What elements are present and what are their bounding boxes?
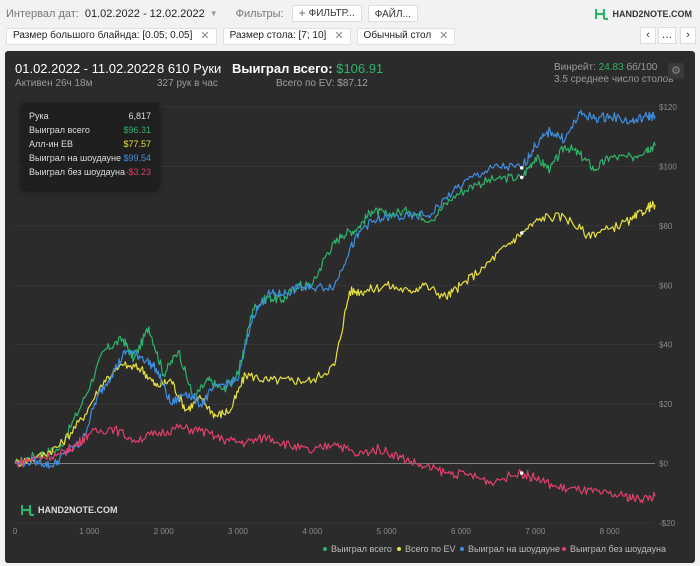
- tooltip-row-nonshowdown: Выиграл без шоудауна -$3.23: [29, 167, 151, 181]
- hand-tooltip: Рука 6,817 Выиграл всего $96.31 Алл-ин EB $…: [21, 103, 159, 189]
- tooltip-value: -$3.23: [125, 167, 151, 177]
- tooltip-label: Выиграл без шоудауна: [29, 167, 125, 177]
- x-tick-label: 7 000: [525, 527, 546, 536]
- graph-panel: 01.02.2022 - 11.02.2022 Активен 26ч 18м …: [5, 51, 695, 563]
- logo: HAND2NOTE.COM: [595, 8, 692, 20]
- legend-label: Выиграл без шоудауна: [570, 544, 666, 554]
- close-icon[interactable]: ✕: [200, 28, 209, 44]
- file-button[interactable]: ФАЙЛ...: [367, 5, 418, 22]
- y-tick-label: $0: [659, 460, 668, 469]
- legend-label: Всего по EV: [405, 544, 456, 554]
- legend-dot-icon: [460, 547, 464, 551]
- legend-dot-icon: [397, 547, 401, 551]
- legend-won-total[interactable]: Выиграл всего: [323, 544, 392, 554]
- prev-chip-button[interactable]: ‹: [640, 27, 656, 44]
- hand2note-logo-icon: [21, 505, 34, 516]
- chip-label: Размер большого блайнда: [0.05; 0.05]: [13, 30, 193, 41]
- x-tick-label: 6 000: [451, 527, 472, 536]
- legend-label: Выиграл на шоудауне: [468, 544, 560, 554]
- series-line: [14, 141, 656, 467]
- tooltip-value: $77.57: [123, 139, 151, 149]
- filter-chips-bar: Размер большого блайнда: [0.05; 0.05] ✕ Р…: [0, 27, 700, 45]
- x-tick-label: 2 000: [154, 527, 175, 536]
- y-tick-label: $120: [659, 103, 677, 112]
- add-filter-button[interactable]: + ФИЛЬТР...: [291, 5, 362, 22]
- next-chip-button[interactable]: ›: [680, 27, 696, 44]
- date-range-dropdown[interactable]: 01.02.2022 - 12.02.2022 ▼: [85, 8, 218, 20]
- date-range-value: 01.02.2022 - 12.02.2022: [84, 7, 205, 20]
- tooltip-value: 6,817: [128, 111, 151, 121]
- tooltip-label: Выиграл на шоудауне: [29, 153, 121, 163]
- y-tick-label: $20: [659, 400, 673, 409]
- legend-nonshowdown[interactable]: Выиграл без шоудауна: [562, 544, 666, 554]
- date-range-label: Интервал дат:: [6, 7, 79, 20]
- x-tick-label: 8 000: [600, 527, 621, 536]
- close-icon[interactable]: ✕: [439, 28, 448, 44]
- chip-label: Размер стола: [7; 10]: [229, 30, 327, 41]
- chevron-down-icon: ▼: [209, 9, 218, 18]
- hover-point: [519, 175, 524, 180]
- x-tick-label: 4 000: [302, 527, 323, 536]
- tooltip-row-ev: Алл-ин EB $77.57: [29, 139, 151, 153]
- legend-showdown[interactable]: Выиграл на шоудауне: [460, 544, 560, 554]
- watermark-text: HAND2NOTE.COM: [38, 505, 118, 515]
- tooltip-row-hand: Рука 6,817: [29, 111, 151, 125]
- tooltip-value: $99.54: [123, 153, 151, 163]
- x-tick-label: 1 000: [79, 527, 100, 536]
- y-tick-label: $40: [659, 341, 673, 350]
- tooltip-row-showdown: Выиграл на шоудауне $99.54: [29, 153, 151, 167]
- y-tick-label: $80: [659, 222, 673, 231]
- legend-dot-icon: [323, 547, 327, 551]
- chip-regular-table[interactable]: Обычный стол ✕: [356, 27, 456, 45]
- tooltip-row-won: Выиграл всего $96.31: [29, 125, 151, 139]
- hand2note-logo-icon: [595, 8, 609, 20]
- chip-table-size[interactable]: Размер стола: [7; 10] ✕: [222, 27, 351, 45]
- hover-point: [519, 231, 524, 235]
- chip-big-blind[interactable]: Размер большого блайнда: [0.05; 0.05] ✕: [6, 27, 217, 45]
- plus-icon: +: [298, 6, 306, 20]
- more-button[interactable]: …: [658, 27, 676, 44]
- hover-point: [519, 471, 524, 475]
- legend-dot-icon: [562, 547, 566, 551]
- top-toolbar: Интервал дат: 01.02.2022 - 12.02.2022 ▼ …: [0, 0, 700, 27]
- legend-label: Выиграл всего: [331, 544, 392, 554]
- y-tick-label: -$20: [659, 519, 676, 528]
- logo-text: HAND2NOTE.COM: [612, 8, 692, 19]
- tooltip-value: $96.31: [123, 125, 151, 135]
- chip-label: Обычный стол: [363, 30, 432, 41]
- watermark: HAND2NOTE.COM: [21, 504, 118, 516]
- add-filter-label: ФИЛЬТР...: [308, 8, 355, 19]
- tooltip-label: Алл-ин EB: [29, 139, 74, 149]
- y-tick-label: $60: [659, 281, 673, 290]
- tooltip-label: Рука: [29, 111, 49, 121]
- x-tick-label: 5 000: [377, 527, 398, 536]
- tooltip-label: Выиграл всего: [29, 125, 90, 135]
- x-tick-label: 3 000: [228, 527, 249, 536]
- hover-point: [519, 166, 524, 170]
- y-tick-label: $100: [659, 162, 677, 171]
- filters-label: Фильтры:: [235, 7, 284, 20]
- x-tick-label: 0: [13, 527, 18, 536]
- legend-ev[interactable]: Всего по EV: [397, 544, 455, 554]
- close-icon[interactable]: ✕: [334, 28, 343, 44]
